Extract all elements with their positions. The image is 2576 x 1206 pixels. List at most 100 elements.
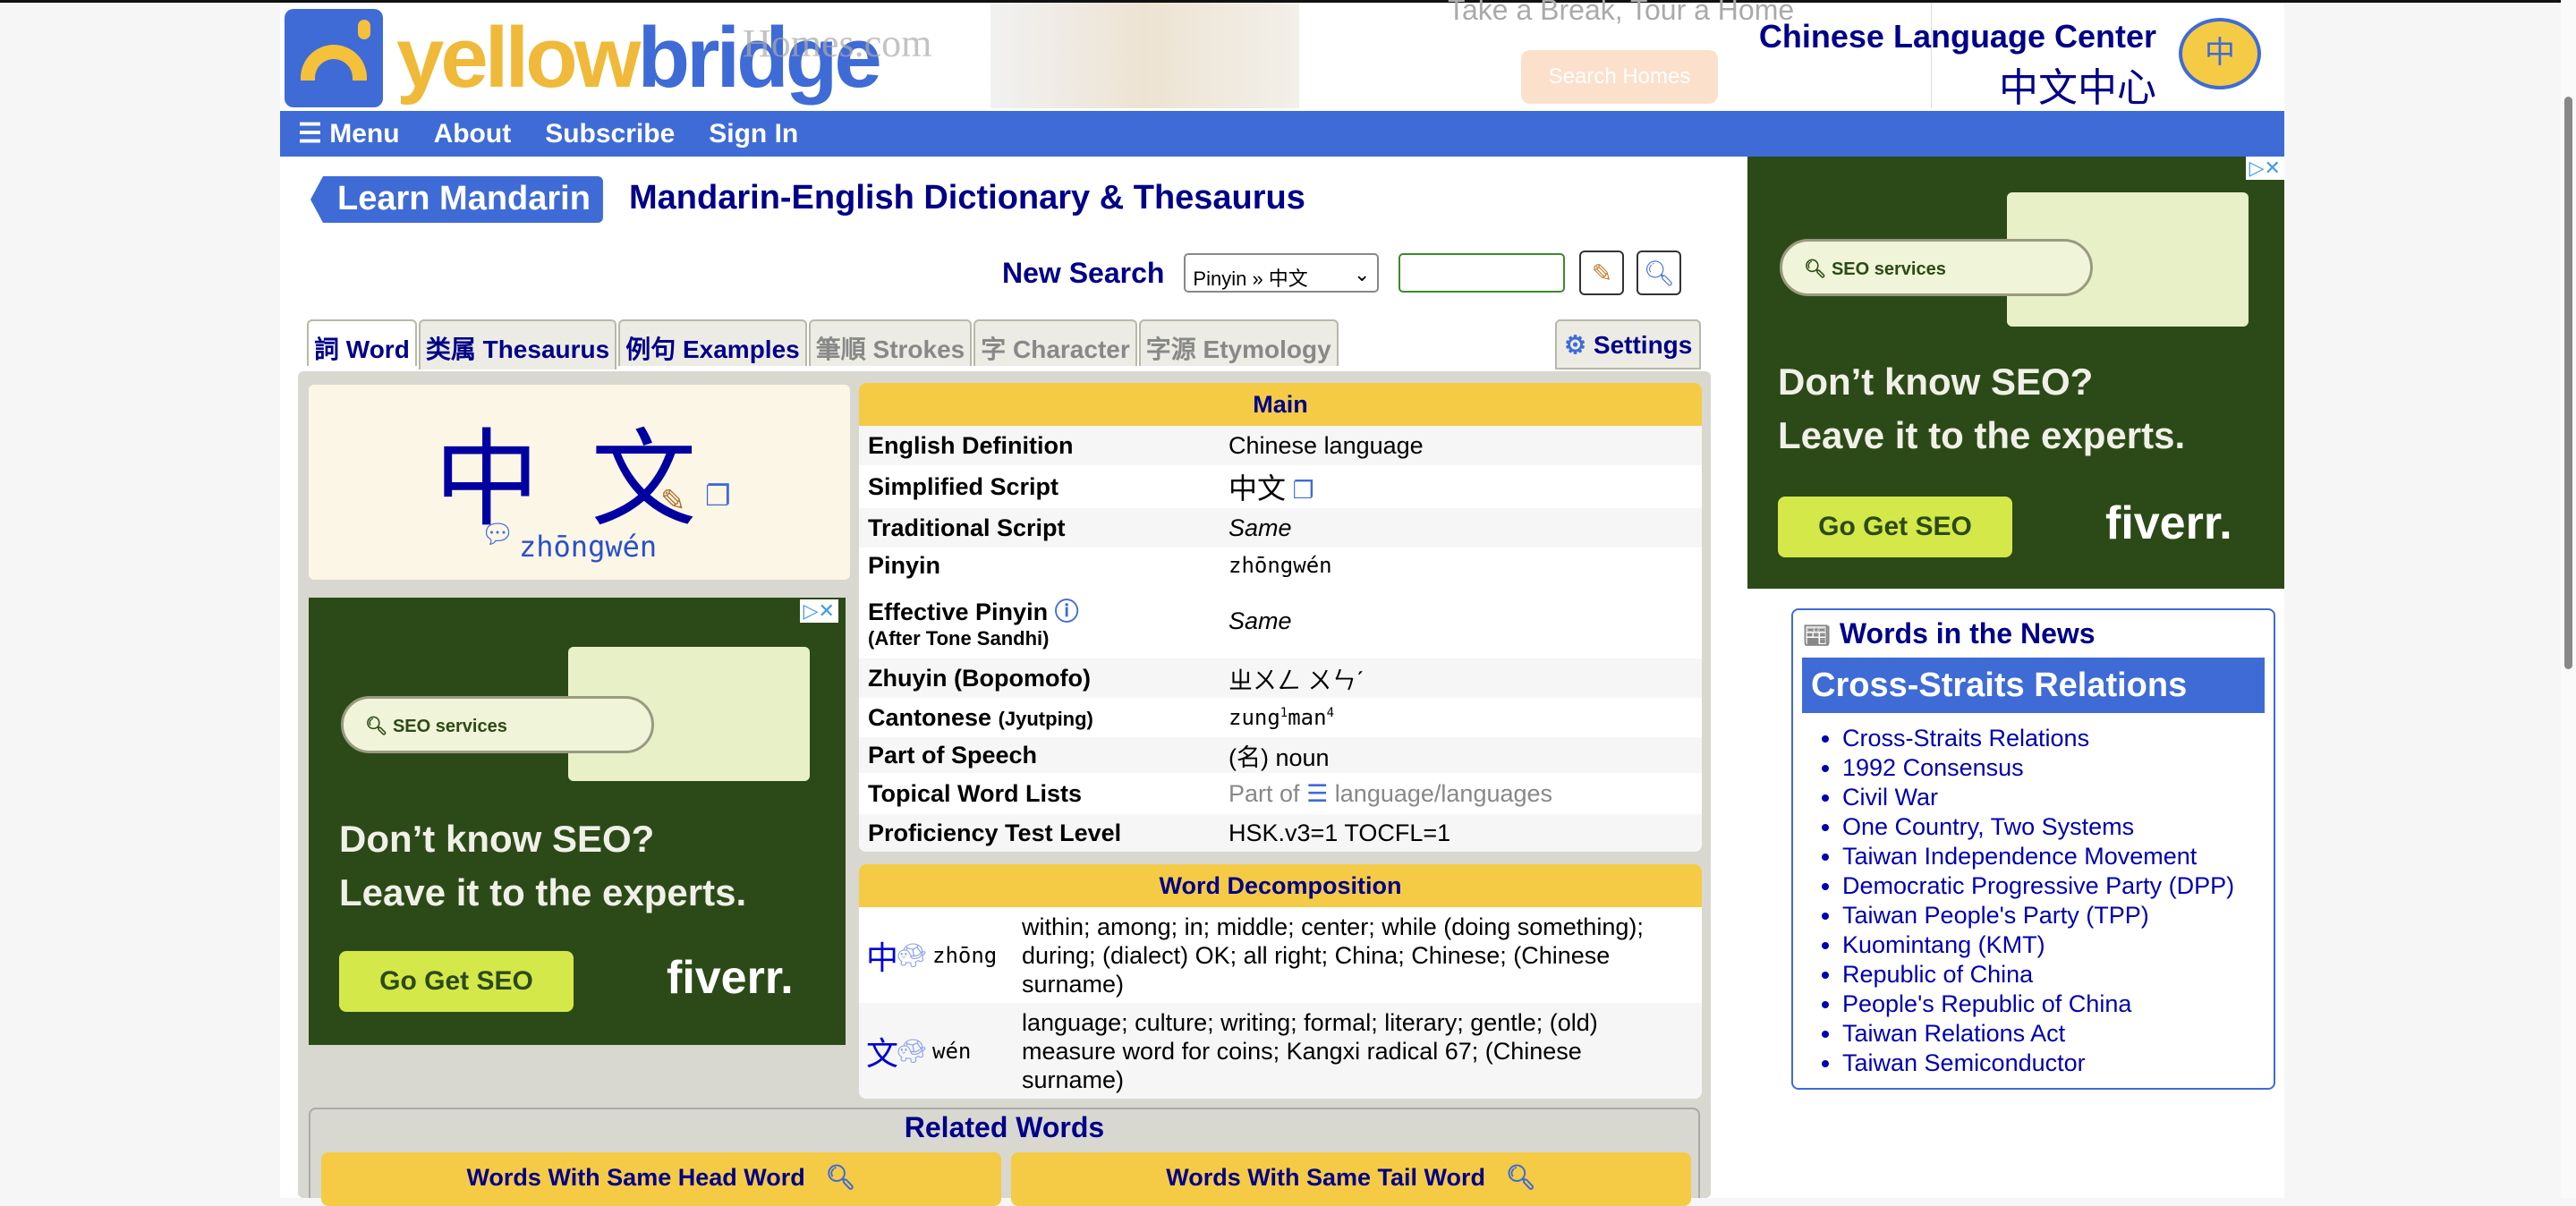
row-value: zhōngwén	[1228, 553, 1332, 578]
handwriting-input-button[interactable]: ✎	[1579, 251, 1625, 295]
search-bar: New Search Pinyin » 中文 ⌄ ✎ 🔍︎	[1002, 251, 1682, 295]
same-tail-label: Words With Same Tail Word	[1166, 1164, 1485, 1191]
news-link[interactable]: Taiwan Independence Movement	[1842, 842, 2274, 871]
search-mode-select[interactable]: Pinyin » 中文 ⌄	[1184, 253, 1380, 293]
fiverr-logo: fiverr.	[2105, 497, 2232, 549]
chevron-down-icon: ⌄	[1353, 263, 1371, 285]
gear-icon: ⚙	[1564, 331, 1587, 359]
ad-headline-1: Don’t know SEO?	[1778, 361, 2094, 403]
ad-headline-2: Leave it to the experts.	[1778, 414, 2186, 456]
table-row: 文 🐢︎ wén language; culture; writing; for…	[859, 1003, 1702, 1099]
logo-text-yellow: yellow	[396, 10, 641, 106]
row-value: Same	[1228, 514, 1292, 541]
fiverr-ad-right[interactable]: ▷✕ 🔍︎ SEO services Don’t know SEO? Leave …	[1747, 157, 2284, 589]
news-link[interactable]: Civil War	[1842, 783, 2274, 812]
news-link[interactable]: Kuomintang (KMT)	[1842, 930, 2274, 960]
news-link[interactable]: Taiwan Relations Act	[1842, 1019, 2274, 1049]
nav-about[interactable]: About	[434, 119, 512, 149]
ad-choices-icon[interactable]: ▷✕	[2245, 157, 2284, 180]
row-value: Same	[1228, 607, 1292, 634]
pencil-icon[interactable]: ✎	[660, 483, 686, 519]
news-link[interactable]: Republic of China	[1842, 960, 2274, 989]
news-link[interactable]: Taiwan People's Party (TPP)	[1842, 901, 2274, 930]
hamburger-icon: ☰	[298, 119, 330, 149]
tone-number: 4	[1326, 706, 1335, 720]
row-value: ㄓㄨㄥ ㄨㄣˊ	[1228, 667, 1365, 694]
tab-examples[interactable]: 例句 Examples	[618, 319, 807, 366]
table-row: Simplified Script 中文 ❐	[859, 465, 1702, 508]
table-row: Zhuyin (Bopomofo) ㄓㄨㄥ ㄨㄣˊ	[859, 658, 1702, 698]
news-link[interactable]: Cross-Straits Relations	[1842, 724, 2274, 753]
component-pinyin: wén	[932, 1038, 972, 1064]
nav-sign-in[interactable]: Sign In	[709, 119, 798, 149]
settings-button[interactable]: ⚙ Settings	[1555, 319, 1702, 369]
scrollbar-thumb[interactable]	[2564, 97, 2572, 669]
copy-icon[interactable]: ❐	[1293, 477, 1314, 504]
tab-bar: 詞 Word 类属 Thesaurus 例句 Examples 筆順 Strok…	[307, 319, 1339, 369]
search-homes-button[interactable]: Search Homes	[1521, 50, 1718, 104]
new-search-label: New Search	[1002, 256, 1165, 289]
row-sublabel: (After Tone Sandhi)	[868, 626, 1050, 650]
news-link[interactable]: Democratic Progressive Party (DPP)	[1842, 871, 2274, 901]
nav-menu[interactable]: ☰ Menu	[298, 118, 400, 149]
news-title: Words in the News	[1839, 617, 2096, 650]
jyutping-syllable: man	[1288, 705, 1327, 730]
headword-box: 中 文 ✎ ❐ 💬︎ zhōngwén	[309, 385, 850, 580]
tab-etymology[interactable]: 字源 Etymology	[1138, 319, 1339, 366]
nav-menu-label: Menu	[329, 119, 400, 149]
tab-word[interactable]: 詞 Word	[307, 319, 417, 366]
learn-mandarin-link[interactable]: Learn Mandarin	[310, 176, 603, 223]
help-icon[interactable]: ⓘ	[1055, 599, 1079, 625]
headword-hanzi: 中 文	[434, 418, 706, 541]
search-mode-value: Pinyin » 中文	[1193, 268, 1308, 290]
row-label: Cantonese	[868, 703, 992, 731]
part-of-label: Part of	[1228, 779, 1300, 807]
news-link[interactable]: One Country, Two Systems	[1842, 812, 2274, 842]
tab-thesaurus[interactable]: 类属 Thesaurus	[418, 319, 617, 369]
search-icon: 🔍︎	[1643, 259, 1676, 287]
news-topic-banner: Cross-Straits Relations	[1802, 658, 2265, 713]
news-list: Cross-Straits Relations1992 ConsensusCiv…	[1842, 724, 2274, 1078]
tab-strokes[interactable]: 筆順 Strokes	[808, 319, 973, 366]
component-definition: language; culture; writing; formal; lite…	[1022, 1008, 1598, 1093]
component-char-link[interactable]: 文	[866, 1028, 898, 1074]
turtle-icon[interactable]: 🐢︎	[897, 941, 932, 970]
ad-search-box: 🔍︎ SEO services	[341, 696, 654, 753]
nav-subscribe[interactable]: Subscribe	[545, 119, 675, 149]
tone-number: 1	[1279, 706, 1288, 720]
fiverr-ad-left[interactable]: ▷✕ 🔍︎ SEO services Don’t know SEO? Leave …	[309, 598, 846, 1045]
search-button[interactable]: 🔍︎	[1637, 251, 1682, 295]
topical-list-link[interactable]: Part of ☰ language/languages	[1228, 780, 1702, 808]
same-head-word-button[interactable]: Words With Same Head Word 🔍︎	[321, 1152, 1001, 1206]
logo-icon	[285, 9, 383, 107]
related-words-title: Related Words	[904, 1111, 1105, 1143]
row-label: Proficiency Test Level	[868, 819, 1122, 846]
chinese-language-center-ad[interactable]: Chinese Language Center 中文中心	[1745, 18, 2156, 113]
news-link[interactable]: 1992 Consensus	[1842, 753, 2274, 783]
table-row: Cantonese (Jyutping) zung1man4	[859, 698, 1702, 737]
words-in-the-news: 📰︎ Words in the News Cross-Straits Relat…	[1791, 608, 2275, 1090]
copy-icon[interactable]: ❐	[705, 479, 731, 513]
ad-headline-2: Leave it to the experts.	[339, 871, 747, 913]
ad-choices-icon[interactable]: ▷✕	[799, 599, 838, 623]
row-value: Chinese language	[1228, 431, 1424, 459]
same-tail-word-button[interactable]: Words With Same Tail Word 🔍︎	[1011, 1152, 1691, 1206]
news-link[interactable]: People's Republic of China	[1842, 989, 2274, 1019]
news-link[interactable]: Taiwan Semiconductor	[1842, 1049, 2274, 1078]
speak-icon[interactable]: 💬︎	[480, 519, 514, 550]
decomposition-header: Word Decomposition	[859, 864, 1702, 907]
headword-pinyin: zhōngwén	[519, 530, 658, 564]
row-label: Simplified Script	[868, 472, 1059, 500]
table-row: Effective Pinyin ⓘ (After Tone Sandhi) Sam…	[859, 583, 1702, 658]
tab-character[interactable]: 字 Character	[973, 319, 1137, 366]
ad-headline-1: Don’t know SEO?	[339, 818, 655, 860]
component-char-link[interactable]: 中	[866, 932, 898, 979]
table-row: English Definition Chinese language	[859, 426, 1702, 465]
ad-cta-button[interactable]: Go Get SEO	[339, 951, 574, 1012]
homes-tagline: Take a Break, Tour a Home	[1448, 0, 1795, 26]
ad-cta-button[interactable]: Go Get SEO	[1778, 497, 2012, 557]
search-input[interactable]	[1399, 253, 1566, 293]
homes-banner-ad[interactable]: Homes.com Take a Break, Tour a Home Sear…	[626, 0, 1933, 108]
turtle-icon[interactable]: 🐢︎	[897, 1037, 932, 1066]
search-icon: 🔍︎	[1505, 1164, 1536, 1191]
